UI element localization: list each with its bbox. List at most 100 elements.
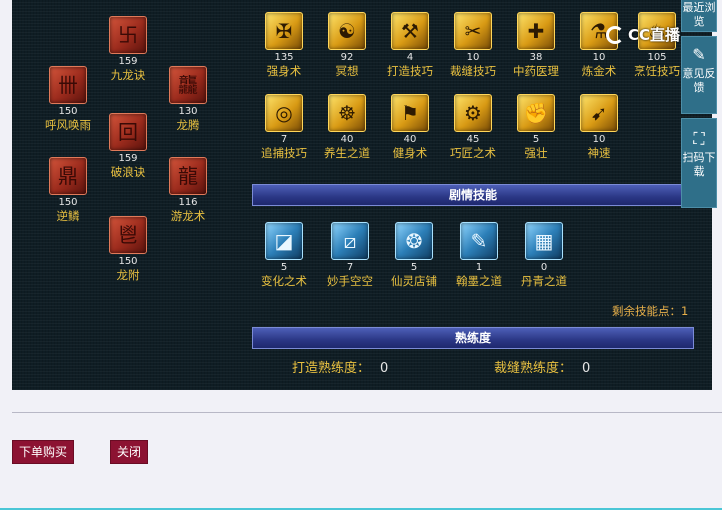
skill-wandering-dragon[interactable]: 龍 116 游龙术	[158, 157, 218, 223]
scan-icon: ⛶	[693, 129, 705, 148]
skill-panel: 卐 159 九龙诀 卌 150 呼风唤雨 龘 130 龙腾 回 159 破浪诀 …	[12, 0, 712, 390]
skill-name: 烹饪技巧	[634, 64, 680, 78]
skill-name: 破浪诀	[110, 165, 146, 179]
skill-name: 强壮	[524, 146, 548, 160]
calligraphy-icon: ✎	[460, 222, 498, 260]
skill-painting[interactable]: ▦ 0 丹青之道	[514, 222, 574, 288]
skill-strong[interactable]: ✊ 5 强壮	[506, 94, 566, 160]
skill-transformation[interactable]: ◪ 5 变化之术	[254, 222, 314, 288]
cc-logo-icon	[606, 25, 624, 44]
health-cultivation-icon: ☸	[328, 94, 366, 132]
skill-level: 0	[540, 262, 548, 273]
skill-calligraphy[interactable]: ✎ 1 翰墨之道	[449, 222, 509, 288]
feedback-button[interactable]: ✎ 意见反馈	[681, 36, 717, 114]
remaining-points-label: 剩余技能点：	[612, 304, 681, 318]
remaining-skill-points: 剩余技能点：1	[612, 303, 688, 319]
craftsman-icon: ⚙	[454, 94, 492, 132]
pickpocket-icon: ⧄	[331, 222, 369, 260]
skill-fitness[interactable]: ⚑ 40 健身术	[380, 94, 440, 160]
watermark-text: CC直播	[628, 26, 681, 44]
dragon-soar-rune-icon: 龘	[169, 66, 207, 104]
nine-dragon-rune-icon: 卐	[109, 16, 147, 54]
skill-tracking[interactable]: ◎ 7 追捕技巧	[254, 94, 314, 160]
skill-reverse-scale[interactable]: 鼎 150 逆鳞	[38, 157, 98, 223]
skill-level: 5	[280, 262, 288, 273]
skill-level: 150	[118, 256, 138, 267]
skill-name: 健身术	[392, 146, 428, 160]
proficiency-label: 打造熟练度：	[292, 361, 371, 376]
skill-level: 10	[592, 52, 606, 63]
skill-level: 150	[58, 106, 78, 117]
wind-rain-rune-icon: 卌	[49, 66, 87, 104]
reverse-scale-rune-icon: 鼎	[49, 157, 87, 195]
transformation-icon: ◪	[265, 222, 303, 260]
skill-level: 7	[280, 134, 288, 145]
proficiency-value: 0	[582, 361, 591, 376]
scan-download-button[interactable]: ⛶ 扫码下载	[681, 118, 717, 208]
feedback-icon: ✎	[692, 45, 706, 64]
skill-health-cultivation[interactable]: ☸ 40 养生之道	[317, 94, 377, 160]
forging-icon: ⚒	[391, 12, 429, 50]
meditation-icon: ☯	[328, 12, 366, 50]
skill-strengthen-body[interactable]: ✠ 135 强身术	[254, 12, 314, 78]
close-button[interactable]: 关闭	[110, 440, 148, 464]
skill-name: 强身术	[266, 64, 302, 78]
skill-tailoring[interactable]: ✂ 10 裁缝技巧	[443, 12, 503, 78]
tracking-icon: ◎	[265, 94, 303, 132]
skill-dragon-soar[interactable]: 龘 130 龙腾	[158, 66, 218, 132]
proficiency-header: 熟练度	[252, 327, 694, 349]
skill-craftsman[interactable]: ⚙ 45 巧匠之术	[443, 94, 503, 160]
skill-meditation[interactable]: ☯ 92 冥想	[317, 12, 377, 78]
skill-name: 呼风唤雨	[45, 118, 91, 132]
skill-level: 40	[340, 134, 354, 145]
skill-cooking[interactable]: ♨ 105 烹饪技巧	[632, 12, 682, 78]
skill-name: 打造技巧	[387, 64, 433, 78]
skill-godspeed[interactable]: ➹ 10 神速	[569, 94, 629, 160]
skill-fairy-shop[interactable]: ❂ 5 仙灵店铺	[384, 222, 444, 288]
fitness-icon: ⚑	[391, 94, 429, 132]
skill-forging[interactable]: ⚒ 4 打造技巧	[380, 12, 440, 78]
skill-name: 炼金术	[581, 64, 617, 78]
skill-wind-rain[interactable]: 卌 150 呼风唤雨	[38, 66, 98, 132]
skill-level: 10	[466, 52, 480, 63]
skill-name: 仙灵店铺	[391, 274, 437, 288]
skill-name: 神速	[587, 146, 611, 160]
skill-level: 159	[118, 153, 138, 164]
tailoring-proficiency: 裁缝熟练度： 0	[494, 357, 590, 376]
tailoring-icon: ✂	[454, 12, 492, 50]
skill-dragon-attach[interactable]: 鬯 150 龙附	[98, 216, 158, 282]
skill-name: 追捕技巧	[261, 146, 307, 160]
skill-level: 116	[178, 197, 198, 208]
skill-nine-dragon[interactable]: 卐 159 九龙诀	[98, 16, 158, 82]
order-buy-button[interactable]: 下单购买	[12, 440, 74, 464]
tool-label: 最近浏览	[682, 1, 716, 28]
strengthen-body-icon: ✠	[265, 12, 303, 50]
skill-herbal-medicine[interactable]: ✚ 38 中药医理	[506, 12, 566, 78]
skill-name: 游龙术	[170, 209, 206, 223]
painting-icon: ▦	[525, 222, 563, 260]
skill-level: 40	[403, 134, 417, 145]
skill-alchemy[interactable]: ⚗ 10 炼金术	[569, 12, 629, 78]
skill-name: 逆鳞	[56, 209, 80, 223]
skill-name: 裁缝技巧	[450, 64, 496, 78]
plot-skills-header: 剧情技能	[252, 184, 694, 206]
skill-name: 变化之术	[261, 274, 307, 288]
skill-wave-break[interactable]: 回 159 破浪诀	[98, 113, 158, 179]
skill-name: 巧匠之术	[450, 146, 496, 160]
skill-level: 5	[410, 262, 418, 273]
skill-name: 龙附	[116, 268, 140, 282]
skill-name: 九龙诀	[110, 68, 146, 82]
skill-pickpocket[interactable]: ⧄ 7 妙手空空	[320, 222, 380, 288]
skill-name: 妙手空空	[327, 274, 373, 288]
recent-browse-button[interactable]: 最近浏览	[681, 0, 717, 32]
skill-level: 135	[274, 52, 294, 63]
skill-level: 105	[647, 52, 667, 63]
strong-icon: ✊	[517, 94, 555, 132]
dragon-attach-rune-icon: 鬯	[109, 216, 147, 254]
skill-level: 4	[406, 52, 414, 63]
fairy-shop-icon: ❂	[395, 222, 433, 260]
skill-name: 龙腾	[176, 118, 200, 132]
cc-live-watermark: CC直播	[606, 24, 680, 45]
wandering-dragon-icon: 龍	[169, 157, 207, 195]
herbal-medicine-icon: ✚	[517, 12, 555, 50]
